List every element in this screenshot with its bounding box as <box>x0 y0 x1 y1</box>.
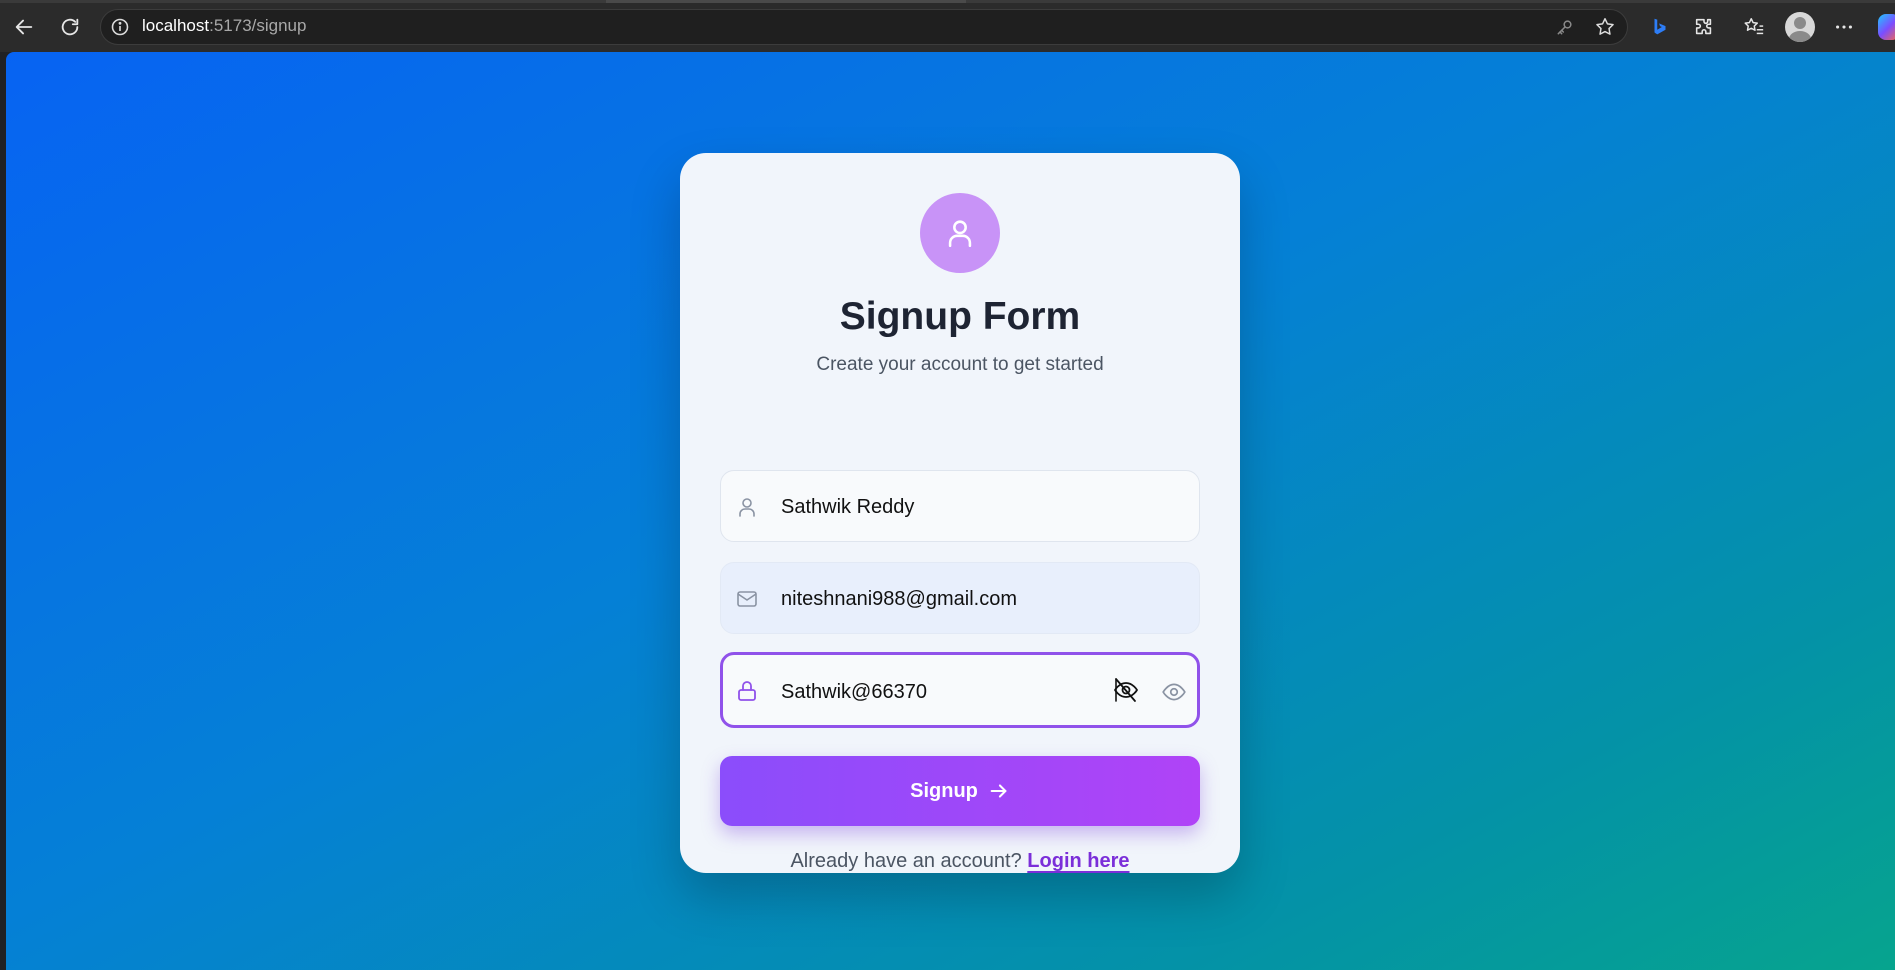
more-icon <box>1836 25 1852 29</box>
active-tab-indicator[interactable] <box>606 0 966 3</box>
favorite-button[interactable] <box>1592 14 1618 40</box>
login-prompt-row: Already have an account? Login here <box>680 850 1240 873</box>
copilot-icon[interactable] <box>1878 14 1895 40</box>
arrow-right-icon <box>990 784 1007 798</box>
login-prompt-text: Already have an account? <box>790 850 1022 872</box>
url-path: :5173/signup <box>209 16 307 35</box>
eye-off-icon[interactable] <box>1111 675 1141 705</box>
tab-strip <box>0 0 1895 3</box>
extensions-icon <box>1695 18 1712 35</box>
user-icon <box>948 220 972 248</box>
page-background: Signup Form Create your account to get s… <box>6 52 1895 970</box>
extensions-button[interactable] <box>1689 12 1719 42</box>
reload-icon <box>61 18 79 36</box>
name-value: Sathwik Reddy <box>781 496 915 518</box>
signup-button-label: Signup <box>910 779 978 802</box>
profile-avatar[interactable] <box>1785 12 1815 42</box>
star-icon <box>1596 18 1614 35</box>
login-link[interactable]: Login here <box>1027 850 1129 872</box>
favorites-button[interactable] <box>1739 12 1769 42</box>
bing-icon <box>1654 18 1666 35</box>
back-icon <box>15 19 33 35</box>
email-field[interactable]: niteshnani988@gmail.com <box>720 562 1200 634</box>
page-subtitle: Create your account to get started <box>816 354 1104 375</box>
password-key-button[interactable] <box>1552 14 1578 40</box>
favorites-icon <box>1744 18 1764 35</box>
url-host: localhost <box>142 16 210 35</box>
eye-icon[interactable] <box>1161 679 1187 705</box>
password-field[interactable]: Sathwik@66370 <box>720 652 1200 728</box>
lock-icon <box>738 681 756 701</box>
mail-icon <box>737 591 757 607</box>
back-button[interactable] <box>8 11 40 43</box>
more-button[interactable] <box>1829 12 1859 42</box>
email-value: niteshnani988@gmail.com <box>781 588 1017 610</box>
name-field[interactable]: Sathwik Reddy <box>720 470 1200 542</box>
signup-button[interactable]: Signup <box>720 756 1200 826</box>
browser-toolbar: localhost:5173/signup <box>0 0 1895 52</box>
signup-card: Signup Form Create your account to get s… <box>680 153 1240 873</box>
password-value: Sathwik@66370 <box>781 681 927 703</box>
key-icon <box>1557 20 1572 35</box>
bing-button[interactable] <box>1645 12 1675 42</box>
page-title: Signup Form <box>839 295 1081 338</box>
info-icon[interactable] <box>110 17 130 37</box>
reload-button[interactable] <box>54 11 86 43</box>
address-bar[interactable] <box>100 9 1628 45</box>
url-text[interactable]: localhost:5173/signup <box>142 16 306 36</box>
user-avatar-badge <box>920 193 1000 273</box>
user-icon <box>739 498 755 517</box>
